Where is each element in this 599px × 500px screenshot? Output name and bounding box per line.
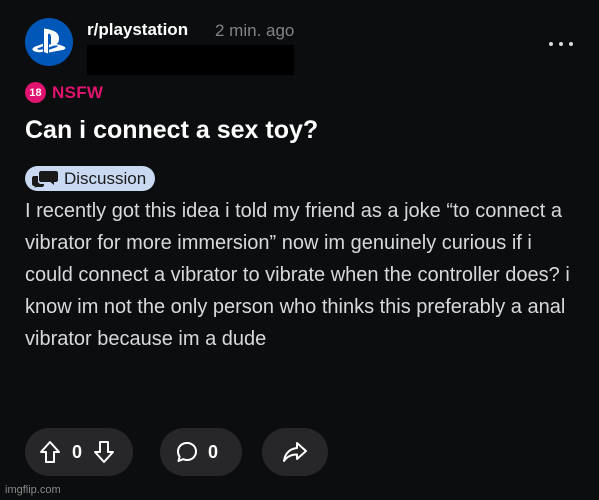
comments-button[interactable]: 0 [160,428,242,476]
more-options-button[interactable] [549,36,573,52]
nsfw-18-icon: 18 [25,82,46,103]
vote-count: 0 [72,441,83,462]
post-title[interactable]: Can i connect a sex toy? [25,116,318,145]
post-timestamp: 2 min. ago [215,21,295,40]
discussion-icon [32,170,58,187]
upvote-icon [40,441,60,463]
share-icon [283,442,307,462]
imgflip-watermark: imgflip.com [5,484,61,496]
nsfw-tag: 18 NSFW [25,82,103,103]
subreddit-avatar[interactable] [25,18,73,66]
comment-icon-wrap [174,439,200,465]
share-button[interactable] [262,428,328,476]
post-card: r/playstation 2 min. ago 18 NSFW Can i c… [0,0,599,500]
downvote-icon [94,441,115,463]
redacted-username [87,45,294,75]
vote-bar: 0 [25,428,133,476]
downvote-button[interactable] [91,439,117,465]
comment-icon [177,442,197,462]
playstation-logo-icon [32,28,66,54]
post-body: I recently got this idea i told my frien… [25,200,570,350]
upvote-button[interactable] [37,439,63,465]
more-options-icon [549,42,553,46]
comment-count: 0 [208,441,219,462]
subreddit-name-link[interactable]: r/playstation [87,20,188,40]
flair-label: Discussion [64,168,147,188]
nsfw-label: NSFW [52,82,104,102]
post-flair[interactable]: Discussion [25,166,156,191]
